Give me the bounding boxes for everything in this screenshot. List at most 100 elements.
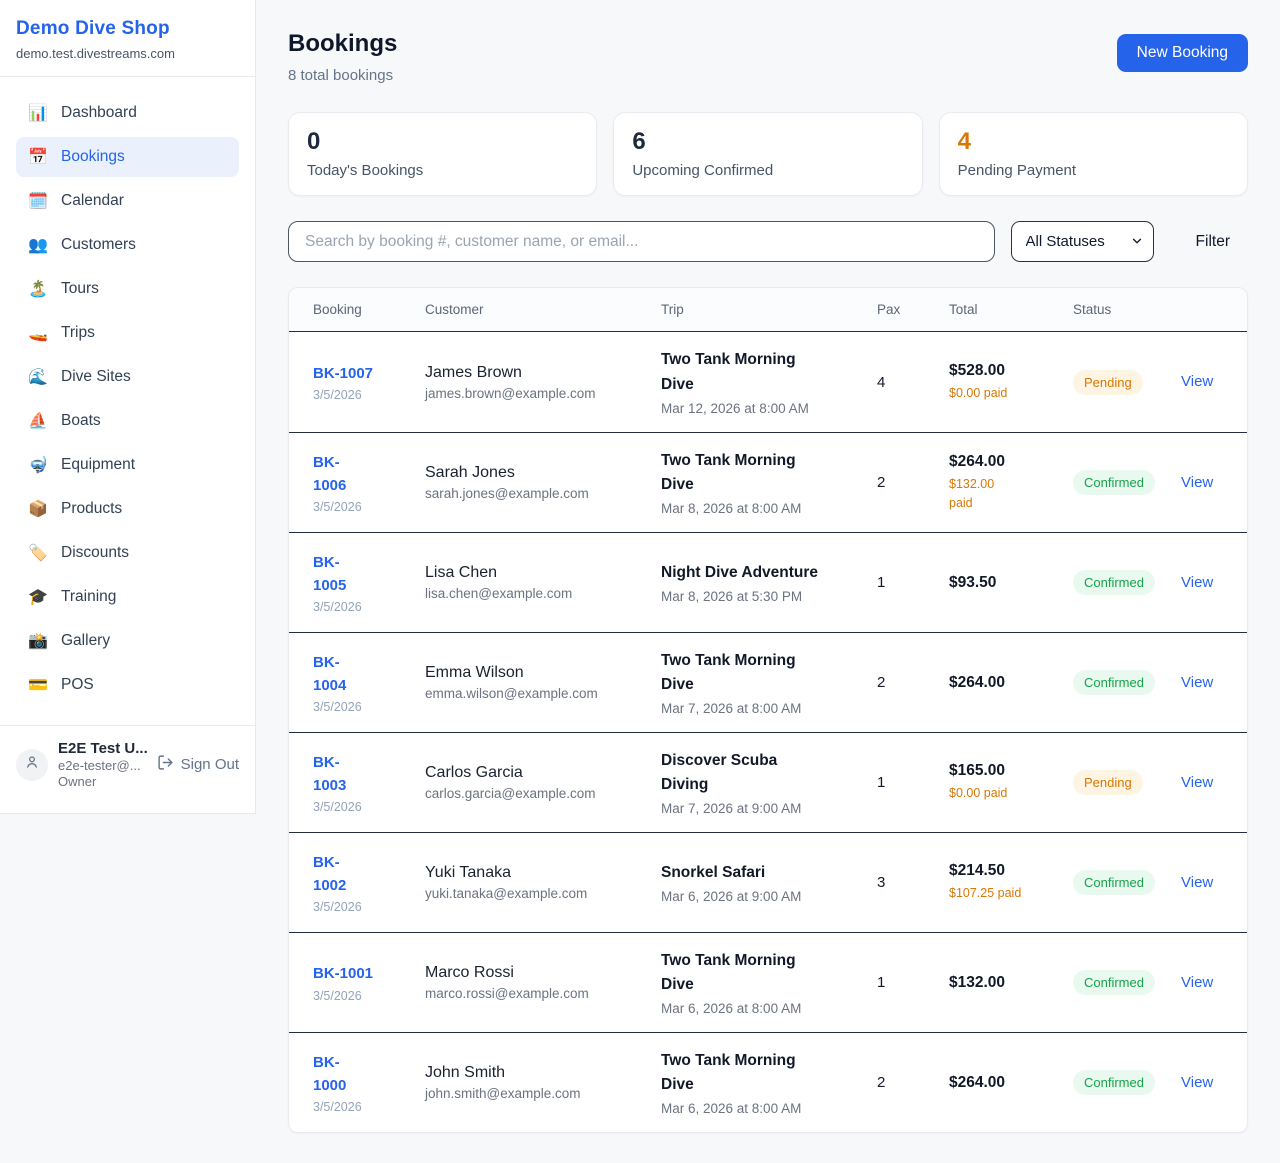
sidebar: Demo Dive Shop demo.test.divestreams.com… (0, 0, 256, 814)
bar-chart-icon: 📊 (28, 103, 48, 123)
pax-count: 1 (877, 774, 949, 791)
view-link[interactable]: View (1181, 974, 1213, 991)
page-header: Bookings 8 total bookings New Booking (288, 30, 1248, 84)
sign-out-button[interactable]: Sign Out (157, 754, 239, 775)
trip-name: Two Tank Morning Dive (661, 949, 877, 997)
sidebar-nav: 📊 Dashboard 📅 Bookings 🗓️ Calendar 👥 Cus… (0, 77, 255, 717)
trip-datetime: Mar 12, 2026 at 8:00 AM (661, 401, 877, 416)
view-link[interactable]: View (1181, 574, 1213, 591)
booking-id-link[interactable]: BK- 1004 (313, 651, 425, 698)
stat-value: 6 (632, 128, 903, 156)
total-amount: $165.00 (949, 762, 1073, 780)
search-input[interactable] (288, 221, 995, 262)
stat-label: Upcoming Confirmed (632, 162, 903, 179)
status-badge: Confirmed (1073, 970, 1155, 995)
sidebar-item-tours[interactable]: 🏝️ Tours (16, 269, 239, 309)
sidebar-item-dashboard[interactable]: 📊 Dashboard (16, 93, 239, 133)
user-avatar (16, 749, 48, 781)
customer-email: yuki.tanaka@example.com (425, 886, 661, 901)
pax-count: 3 (877, 874, 949, 891)
booking-date: 3/5/2026 (313, 388, 425, 402)
user-role: Owner (58, 774, 147, 789)
sidebar-item-gallery[interactable]: 📸 Gallery (16, 621, 239, 661)
sidebar-item-customers[interactable]: 👥 Customers (16, 225, 239, 265)
sidebar-item-trips[interactable]: 🚤 Trips (16, 313, 239, 353)
table-row: BK-1007 3/5/2026 James Brown james.brown… (289, 332, 1247, 432)
sidebar-item-label: Customers (61, 236, 136, 254)
pax-count: 2 (877, 674, 949, 691)
view-link[interactable]: View (1181, 674, 1213, 691)
stat-value: 0 (307, 128, 578, 156)
speedboat-icon: 🚤 (28, 323, 48, 343)
graduation-cap-icon: 🎓 (28, 587, 48, 607)
stat-value: 4 (958, 128, 1229, 156)
trip-name: Night Dive Adventure (661, 561, 877, 585)
bookings-table: Booking Customer Trip Pax Total Status B… (288, 287, 1248, 1133)
sidebar-item-boats[interactable]: ⛵ Boats (16, 401, 239, 441)
trip-name: Two Tank Morning Dive (661, 348, 877, 396)
paid-amount: $0.00 paid (949, 784, 1073, 802)
customer-name: James Brown (425, 364, 661, 382)
filter-button[interactable]: Filter (1178, 223, 1248, 261)
view-link[interactable]: View (1181, 474, 1213, 491)
new-booking-button[interactable]: New Booking (1117, 34, 1248, 72)
booking-id-link[interactable]: BK- 1005 (313, 551, 425, 598)
view-link[interactable]: View (1181, 874, 1213, 891)
sidebar-item-calendar[interactable]: 🗓️ Calendar (16, 181, 239, 221)
user-email: e2e-tester@... (58, 758, 147, 773)
sidebar-item-label: Dashboard (61, 104, 137, 122)
status-badge: Confirmed (1073, 870, 1155, 895)
user-name: E2E Test U... (58, 740, 147, 757)
customer-email: marco.rossi@example.com (425, 986, 661, 1001)
page-subtitle: 8 total bookings (288, 67, 397, 84)
column-header-pax: Pax (877, 302, 949, 317)
view-link[interactable]: View (1181, 1074, 1213, 1091)
people-icon: 👥 (28, 235, 48, 255)
sailboat-icon: ⛵ (28, 411, 48, 431)
camera-flash-icon: 📸 (28, 631, 48, 651)
view-link[interactable]: View (1181, 373, 1213, 390)
sidebar-item-products[interactable]: 📦 Products (16, 489, 239, 529)
customer-name: Emma Wilson (425, 664, 661, 682)
booking-id-link[interactable]: BK-1001 (313, 962, 425, 985)
column-header-trip: Trip (661, 302, 877, 317)
trip-datetime: Mar 8, 2026 at 5:30 PM (661, 589, 877, 604)
status-badge: Confirmed (1073, 470, 1155, 495)
total-amount: $528.00 (949, 362, 1073, 380)
sidebar-item-training[interactable]: 🎓 Training (16, 577, 239, 617)
total-amount: $264.00 (949, 453, 1073, 471)
status-select[interactable]: All Statuses (1011, 221, 1154, 262)
booking-id-link[interactable]: BK- 1000 (313, 1051, 425, 1098)
total-amount: $93.50 (949, 574, 1073, 592)
sidebar-item-bookings[interactable]: 📅 Bookings (16, 137, 239, 177)
paid-amount: $132.00 paid (949, 475, 1073, 511)
booking-id-link[interactable]: BK- 1003 (313, 751, 425, 798)
pax-count: 2 (877, 1074, 949, 1091)
customer-email: carlos.garcia@example.com (425, 786, 661, 801)
sidebar-item-dive-sites[interactable]: 🌊 Dive Sites (16, 357, 239, 397)
booking-id-link[interactable]: BK-1007 (313, 362, 425, 385)
person-icon (24, 754, 40, 775)
sidebar-item-label: Training (61, 588, 116, 606)
total-amount: $214.50 (949, 862, 1073, 880)
table-row: BK- 1004 3/5/2026 Emma Wilson emma.wilso… (289, 632, 1247, 732)
trip-datetime: Mar 7, 2026 at 9:00 AM (661, 801, 877, 816)
table-row: BK- 1000 3/5/2026 John Smith john.smith@… (289, 1032, 1247, 1132)
customer-name: Marco Rossi (425, 964, 661, 982)
table-row: BK- 1002 3/5/2026 Yuki Tanaka yuki.tanak… (289, 832, 1247, 932)
booking-id-link[interactable]: BK- 1006 (313, 451, 425, 498)
stats-cards: 0 Today's Bookings 6 Upcoming Confirmed … (288, 112, 1248, 196)
main-content: Bookings 8 total bookings New Booking 0 … (256, 0, 1280, 1163)
sidebar-item-pos[interactable]: 💳 POS (16, 665, 239, 705)
sidebar-item-equipment[interactable]: 🤿 Equipment (16, 445, 239, 485)
table-row: BK- 1005 3/5/2026 Lisa Chen lisa.chen@ex… (289, 532, 1247, 632)
column-header-booking: Booking (313, 302, 425, 317)
customer-email: james.brown@example.com (425, 386, 661, 401)
view-link[interactable]: View (1181, 774, 1213, 791)
sidebar-item-discounts[interactable]: 🏷️ Discounts (16, 533, 239, 573)
wave-icon: 🌊 (28, 367, 48, 387)
credit-card-icon: 💳 (28, 675, 48, 695)
sidebar-user-footer: E2E Test U... e2e-tester@... Owner Sign … (0, 725, 255, 803)
sidebar-item-label: Trips (61, 324, 95, 342)
booking-id-link[interactable]: BK- 1002 (313, 851, 425, 898)
